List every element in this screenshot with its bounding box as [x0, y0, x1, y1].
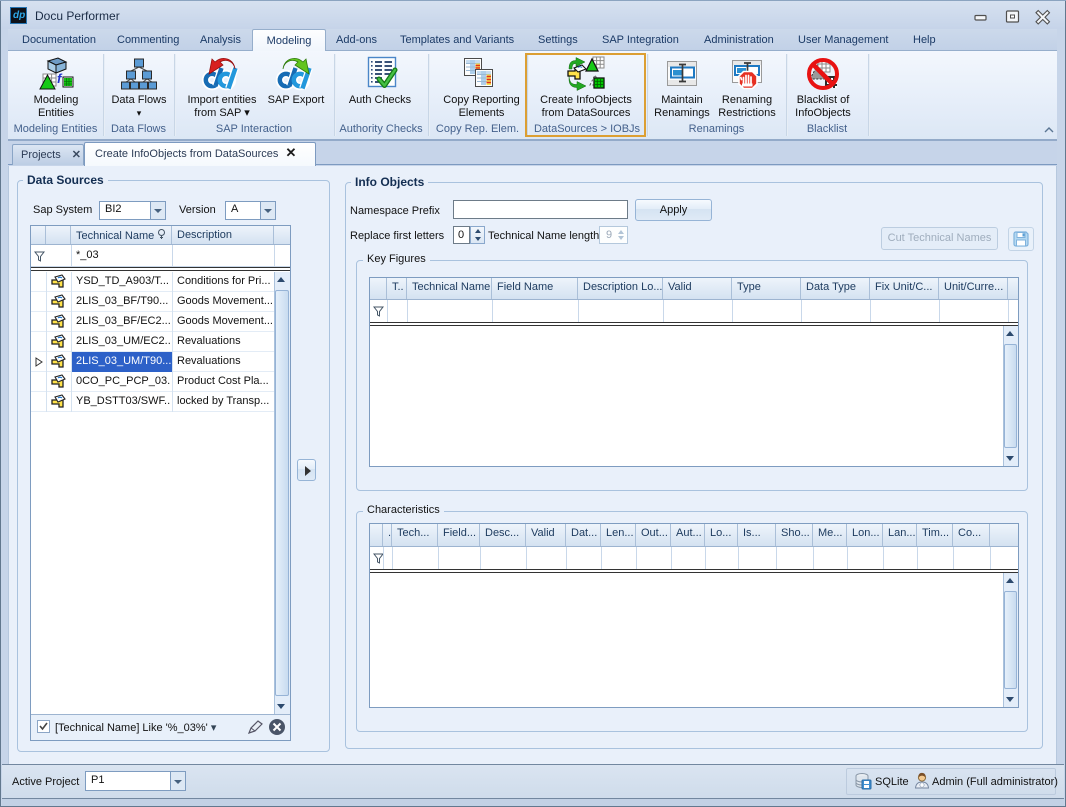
svg-text:f: f [57, 71, 63, 86]
